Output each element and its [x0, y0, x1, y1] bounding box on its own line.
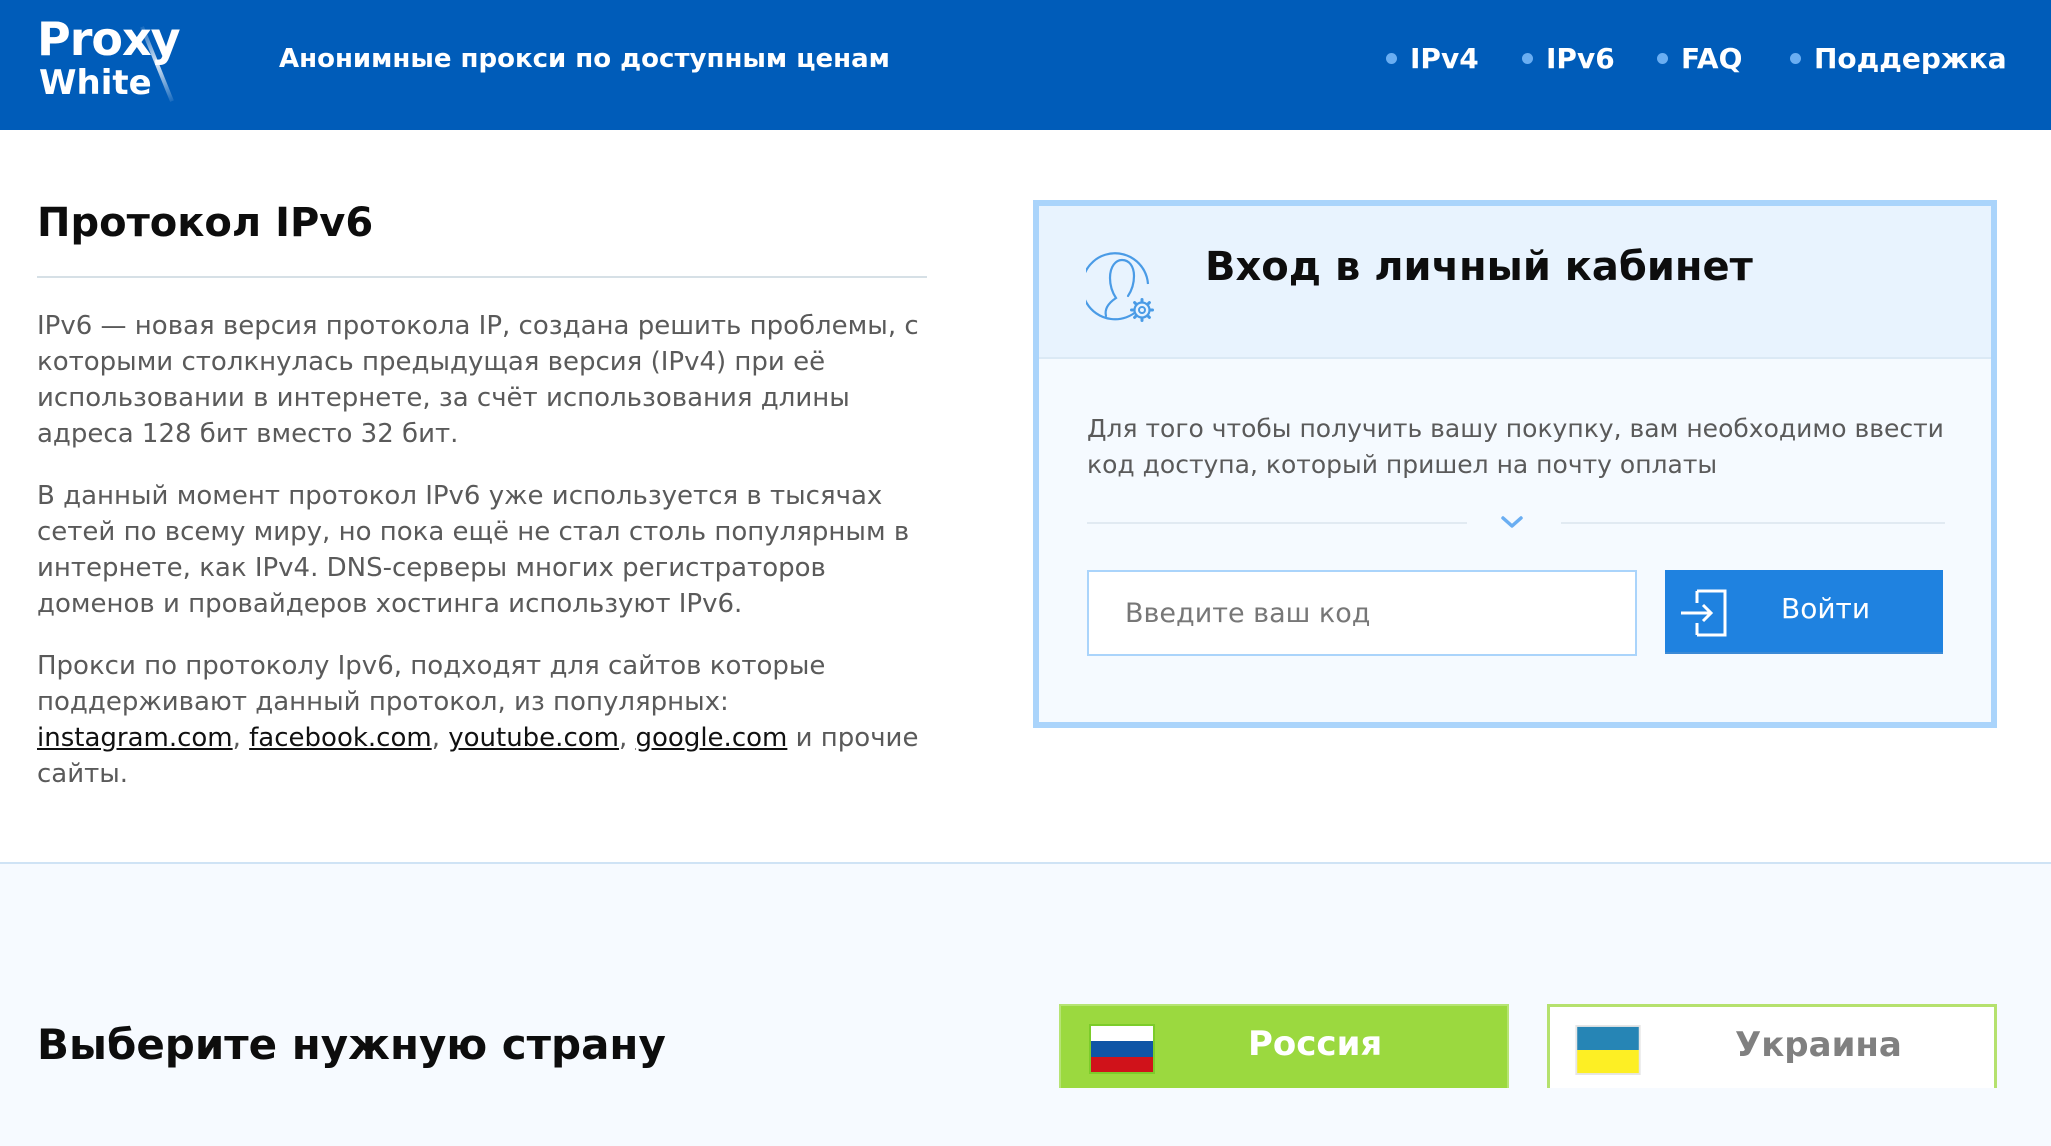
link-youtube[interactable]: youtube.com	[448, 723, 619, 753]
login-title: Вход в личный кабинет	[1205, 244, 1753, 290]
bullet-icon	[1657, 52, 1668, 64]
divider-left	[1087, 522, 1467, 524]
nav-label: FAQ	[1681, 41, 1743, 75]
nav-item-support[interactable]: Поддержка	[1790, 40, 2007, 76]
divider-right	[1561, 522, 1945, 524]
login-card: Вход в личный кабинет Для того чтобы пол…	[1033, 200, 1997, 728]
login-button-label: Войти	[1781, 592, 1871, 625]
site-header: Proxy White Анонимные прокси по доступны…	[0, 0, 2051, 130]
login-card-header: Вход в личный кабинет	[1039, 206, 1991, 359]
bullet-icon	[1386, 52, 1397, 64]
site-tagline: Анонимные прокси по доступным ценам	[279, 44, 890, 74]
chevron-down-icon	[1501, 516, 1523, 528]
title-divider	[37, 276, 927, 278]
login-description: Для того чтобы получить вашу покупку, ва…	[1087, 414, 1944, 479]
logo-word-proxy: Proxy	[37, 12, 181, 66]
logo[interactable]: Proxy White	[37, 14, 217, 109]
nav-item-faq[interactable]: FAQ	[1657, 40, 1742, 76]
sign-in-icon	[1681, 589, 1727, 637]
country-button-ukraine[interactable]: Украина	[1547, 1004, 1997, 1088]
paragraph-sites-intro: Прокси по протоколу Ipv6, подходят для с…	[37, 651, 826, 717]
separator: ,	[232, 723, 250, 753]
nav-label: Поддержка	[1814, 41, 2007, 75]
country-label: Украина	[1735, 1025, 1902, 1065]
link-facebook[interactable]: facebook.com	[249, 723, 432, 753]
paragraph-usage: В данный момент протокол IPv6 уже исполь…	[37, 481, 910, 619]
nav-item-ipv4[interactable]: IPv4	[1386, 40, 1479, 76]
access-code-input[interactable]	[1087, 570, 1637, 656]
ukraine-flag-icon	[1575, 1025, 1641, 1075]
country-label: Россия	[1248, 1024, 1383, 1064]
separator: ,	[618, 723, 636, 753]
bullet-icon	[1522, 52, 1533, 64]
paragraph-sites: Прокси по протоколу Ipv6, подходят для с…	[37, 648, 927, 792]
russia-flag-icon	[1089, 1024, 1155, 1074]
bullet-icon	[1790, 52, 1801, 64]
logo-word-white: White	[39, 63, 152, 103]
separator: ,	[431, 723, 449, 753]
link-google[interactable]: google.com	[636, 723, 788, 753]
user-gear-icon	[1086, 252, 1154, 322]
country-section-title: Выберите нужную страну	[37, 1020, 666, 1069]
nav-label: IPv6	[1546, 41, 1615, 75]
paragraph-intro: IPv6 — новая версия протокола IP, создан…	[37, 311, 919, 449]
nav-item-ipv6[interactable]: IPv6	[1522, 40, 1615, 76]
page-title: Протокол IPv6	[37, 200, 374, 246]
link-instagram[interactable]: instagram.com	[37, 723, 233, 753]
country-button-russia[interactable]: Россия	[1059, 1004, 1509, 1088]
login-button[interactable]: Войти	[1665, 570, 1943, 654]
nav-label: IPv4	[1410, 41, 1479, 75]
